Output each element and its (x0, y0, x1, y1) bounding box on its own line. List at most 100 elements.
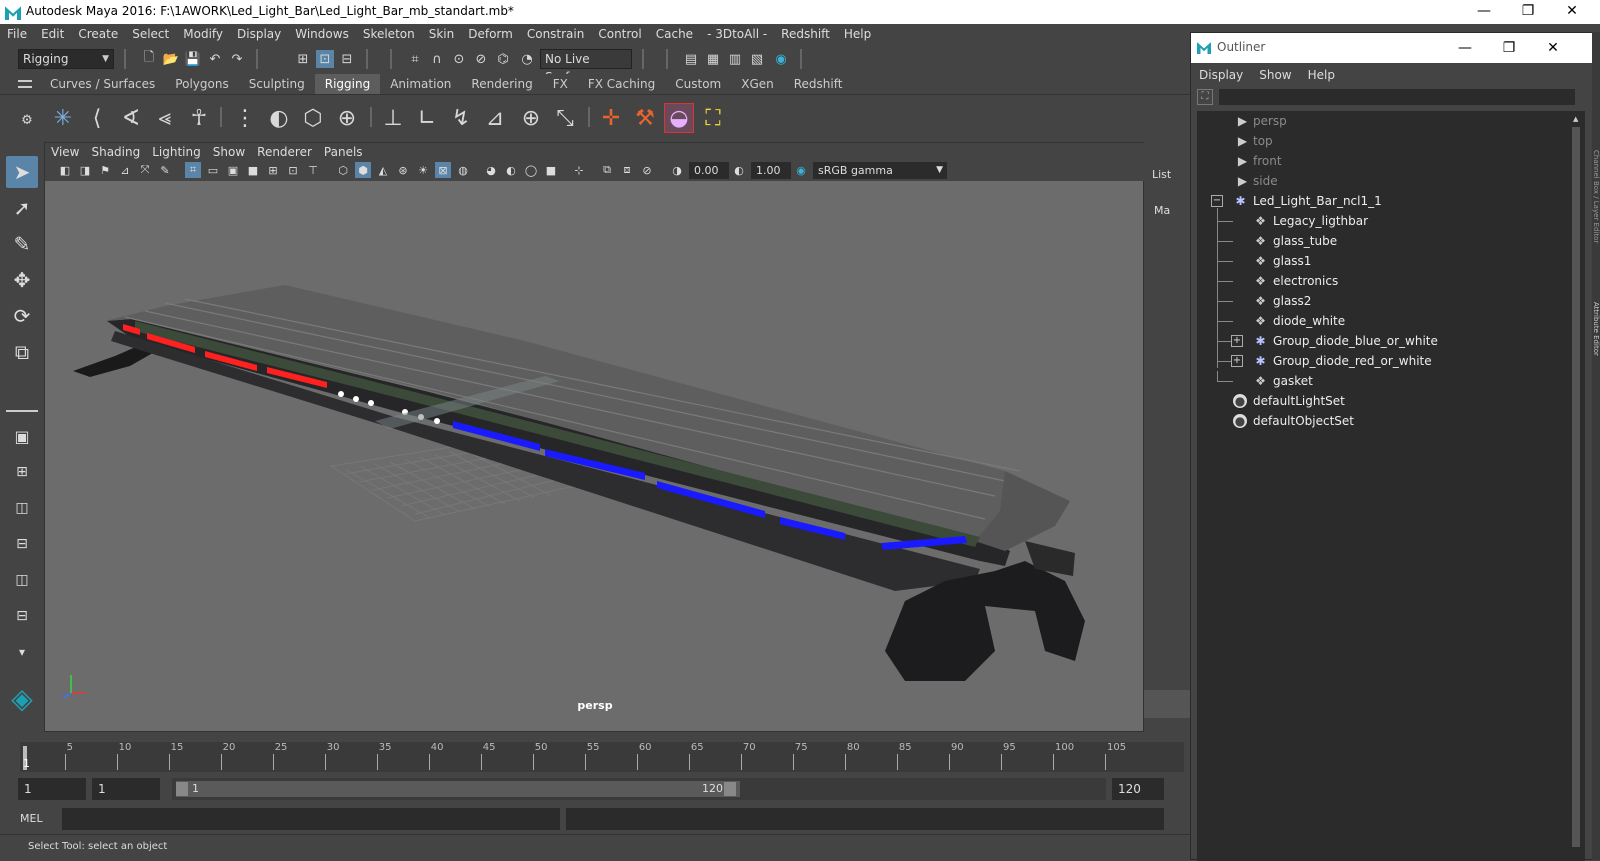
select-camera-icon[interactable]: ◧ (57, 162, 73, 178)
maya-home-icon[interactable]: ◈ (6, 682, 38, 715)
tab-custom[interactable]: Custom (665, 74, 731, 94)
viewport-menu-panels[interactable]: Panels (318, 143, 369, 161)
menu-cache[interactable]: Cache (649, 24, 700, 44)
isolate-select-icon[interactable]: ■ (543, 162, 559, 178)
animation-start-field[interactable]: 1 (18, 778, 86, 800)
bind-skin-icon[interactable]: ⋮ (230, 103, 260, 133)
lattice-icon[interactable]: ⬡ (298, 103, 328, 133)
constraint-pole-icon[interactable]: ⤡ (550, 103, 580, 133)
render-settings-icon[interactable]: ▤ (682, 50, 700, 68)
viewport-menu-lighting[interactable]: Lighting (146, 143, 207, 161)
list-menu[interactable]: List (1152, 168, 1171, 181)
scrollbar-thumb[interactable] (1572, 127, 1580, 847)
viewport-menu-view[interactable]: View (45, 143, 85, 161)
range-left-handle[interactable] (176, 782, 188, 796)
script-language-toggle[interactable]: MEL (20, 812, 43, 825)
range-handle-bar[interactable] (176, 781, 740, 797)
constraint-orient-icon[interactable]: ↯ (446, 103, 476, 133)
field-chart-icon[interactable]: ⊞ (265, 162, 281, 178)
scene-render[interactable] (45, 181, 1120, 731)
color-management-icon[interactable]: ◉ (793, 162, 809, 178)
smooth-shade-icon[interactable]: ⬢ (355, 162, 371, 178)
3dtoall-plugin-icon[interactable]: ◒ (664, 103, 694, 133)
shelf-menu-icon[interactable] (18, 80, 32, 88)
open-scene-icon[interactable]: 📂 (162, 50, 180, 68)
render-view-icon[interactable]: ▧ (748, 50, 766, 68)
close-button[interactable]: ✕ (1550, 0, 1594, 22)
wireframe-on-shaded-icon[interactable]: ◭ (375, 162, 391, 178)
tab-fx[interactable]: FX (543, 74, 578, 94)
time-slider[interactable]: 1 5 10 15 20 25 30 35 40 45 50 55 60 65 70 75 80 85 90 95 1… (0, 742, 1190, 772)
image-plane-icon[interactable]: ⊿ (117, 162, 133, 178)
menu-set-dropdown[interactable]: Rigging ▼ (18, 49, 114, 69)
snap-view-icon[interactable]: ⊘ (472, 50, 490, 68)
two-d-zoom-icon[interactable]: ⊘ (639, 162, 655, 178)
animation-end-field[interactable]: 120 (1112, 778, 1164, 800)
safe-title-icon[interactable]: ⊤ (305, 162, 321, 178)
gate-mask-icon[interactable]: ■ (245, 162, 261, 178)
scale-tool-icon[interactable]: ⧉ (6, 336, 38, 368)
gamma-icon[interactable]: ◐ (731, 162, 747, 178)
ik-spline-icon[interactable]: ∢ (116, 103, 146, 133)
lasso-tool-icon[interactable]: ➚ (6, 192, 38, 224)
ipr-render-icon[interactable]: ▥ (726, 50, 744, 68)
viewport-persp[interactable]: View Shading Lighting Show Renderer Panels ◧ … (44, 142, 1145, 732)
shelf-options-icon[interactable]: ⚙ (18, 111, 36, 129)
exposure-icon[interactable]: ◑ (669, 162, 685, 178)
grid-toggle-icon[interactable]: ⌗ (185, 162, 201, 178)
snap-surface-icon[interactable]: ⌬ (494, 50, 512, 68)
humanik-icon[interactable]: ☥ (184, 103, 214, 133)
layout-four-icon[interactable]: ⊞ (6, 456, 38, 488)
live-surface-field[interactable]: No Live Surface (540, 49, 632, 84)
constraint-aim-icon[interactable]: ∟ (412, 103, 442, 133)
range-right-handle[interactable] (724, 782, 736, 796)
view-transform-dropdown[interactable]: sRGB gamma ▼ (813, 162, 947, 179)
rotate-tool-icon[interactable]: ⟳ (6, 300, 38, 332)
bookmark-icon[interactable]: ⚑ (97, 162, 113, 178)
outliner-menu-help[interactable]: Help (1300, 63, 1343, 87)
tab-sculpting[interactable]: Sculpting (239, 74, 315, 94)
outliner-item-group-diode-red[interactable]: + ✱ Group_diode_red_or_white (1197, 351, 1577, 371)
constraint-parent-icon[interactable]: ⊕ (516, 103, 546, 133)
layout-outliner-icon[interactable]: ◫ (6, 564, 38, 596)
menu-3dtoall[interactable]: - 3DtoAll - (700, 24, 774, 44)
playback-start-field[interactable]: 1 (92, 778, 160, 800)
outliner-item-legacy-ligthbar[interactable]: ❖ Legacy_ligthbar (1197, 211, 1577, 231)
menu-windows[interactable]: Windows (288, 24, 356, 44)
outliner-item-front[interactable]: ▶ front (1197, 151, 1577, 171)
outliner-item-diode-white[interactable]: ❖ diode_white (1197, 311, 1577, 331)
viewport-menu-show[interactable]: Show (207, 143, 251, 161)
redshift-plugin-icon[interactable]: ⛶ (698, 103, 728, 133)
make-live-icon[interactable]: ◔ (518, 50, 536, 68)
tab-polygons[interactable]: Polygons (165, 74, 238, 94)
tab-xgen[interactable]: XGen (731, 74, 784, 94)
resolution-gate-icon[interactable]: ▣ (225, 162, 241, 178)
outliner-item-glass-tube[interactable]: ❖ glass_tube (1197, 231, 1577, 251)
layout-graph-icon[interactable]: ⊟ (6, 600, 38, 632)
menu-help[interactable]: Help (837, 24, 878, 44)
tab-curves-surfaces[interactable]: Curves / Surfaces (40, 74, 165, 94)
outliner-item-default-light-set[interactable]: ● defaultLightSet (1197, 391, 1577, 411)
wireframe-icon[interactable]: ⬡ (335, 162, 351, 178)
layout-two-side-icon[interactable]: ◫ (6, 492, 38, 524)
expand-icon[interactable]: + (1231, 335, 1243, 347)
select-tool-icon[interactable]: ➤ (6, 156, 38, 188)
redo-icon[interactable]: ↷ (228, 50, 246, 68)
frame-all-icon[interactable]: ⧉ (599, 162, 615, 178)
constraint-scale-icon[interactable]: ⊿ (480, 103, 510, 133)
locator-icon[interactable]: ✛ (596, 103, 626, 133)
restore-button[interactable]: ❐ (1506, 0, 1550, 22)
safe-action-icon[interactable]: ⊡ (285, 162, 301, 178)
tab-animation[interactable]: Animation (380, 74, 461, 94)
side-tab-channel-box[interactable]: Channel Box / Layer Editor (1592, 150, 1600, 280)
minimize-button[interactable]: — (1462, 0, 1506, 22)
insert-joint-icon[interactable]: ⪡ (150, 103, 180, 133)
undo-icon[interactable]: ↶ (206, 50, 224, 68)
menu-modify[interactable]: Modify (176, 24, 230, 44)
camera-attributes-icon[interactable]: ◨ (77, 162, 93, 178)
outliner-item-electronics[interactable]: ❖ electronics (1197, 271, 1577, 291)
menu-select[interactable]: Select (125, 24, 176, 44)
side-tab-attribute-editor[interactable]: Attribute Editor (1592, 302, 1600, 382)
tab-fx-caching[interactable]: FX Caching (578, 74, 665, 94)
menu-constrain[interactable]: Constrain (520, 24, 592, 44)
